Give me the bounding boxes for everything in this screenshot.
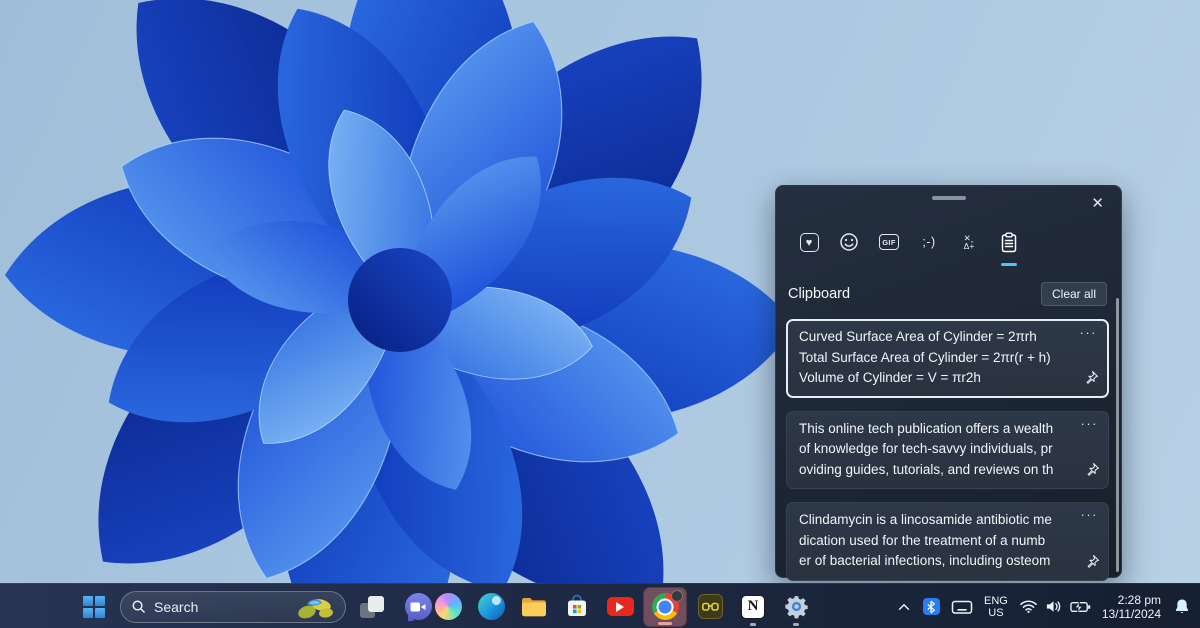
store-icon bbox=[564, 594, 590, 620]
start-button[interactable] bbox=[74, 587, 114, 627]
bluetooth-button[interactable] bbox=[921, 587, 942, 627]
pin-icon[interactable] bbox=[1085, 462, 1100, 482]
search-icon bbox=[131, 599, 146, 614]
emoji-panel-tabs: ♥ GIF ;-) ✕ˬ Δ+ bbox=[798, 230, 1020, 254]
close-icon[interactable]: ✕ bbox=[1086, 192, 1109, 214]
item-more-button[interactable]: ··· bbox=[1080, 325, 1098, 340]
clipboard-item[interactable]: Curved Surface Area of Cylinder = 2πrh T… bbox=[786, 319, 1109, 398]
clipboard-item-list: Curved Surface Area of Cylinder = 2πrh T… bbox=[786, 319, 1109, 581]
search-box[interactable] bbox=[120, 591, 346, 623]
tab-emoji[interactable] bbox=[838, 230, 860, 254]
search-input[interactable] bbox=[154, 599, 274, 615]
microsoft-store-button[interactable] bbox=[557, 587, 597, 627]
gear-icon bbox=[784, 594, 809, 619]
clipboard-header: Clipboard Clear all bbox=[788, 282, 1107, 306]
tab-symbols[interactable]: ✕ˬ Δ+ bbox=[958, 230, 980, 254]
hidden-icons-button[interactable] bbox=[894, 587, 914, 627]
clipboard-item-text: This online tech publication offers a we… bbox=[799, 419, 1064, 440]
notion-icon: N bbox=[741, 595, 765, 619]
youtube-button[interactable] bbox=[600, 587, 640, 627]
symbols-icon: ✕ˬ Δ+ bbox=[964, 234, 975, 250]
gif-icon: GIF bbox=[879, 234, 899, 250]
tab-kaomoji[interactable]: ;-) bbox=[918, 230, 940, 254]
glasses-app-icon bbox=[698, 594, 723, 619]
touch-keyboard-icon bbox=[951, 598, 973, 616]
clipboard-item-text: of knowledge for tech-savvy individuals,… bbox=[799, 439, 1064, 460]
pin-icon[interactable] bbox=[1084, 370, 1099, 390]
item-more-button[interactable]: ··· bbox=[1081, 416, 1099, 431]
windows-logo-icon bbox=[83, 596, 105, 618]
clipboard-panel: ✕ ♥ GIF ;-) ✕ˬ Δ bbox=[775, 185, 1122, 578]
clipboard-item-text: dication used for the treatment of a num… bbox=[799, 531, 1064, 552]
settings-running-indicator bbox=[793, 623, 799, 626]
edge-button[interactable] bbox=[471, 587, 511, 627]
search-highlight-image bbox=[293, 595, 337, 621]
notion-button[interactable]: N bbox=[733, 587, 773, 627]
active-tab-underline bbox=[1001, 263, 1017, 266]
clock[interactable]: 2:28 pm 13/11/2024 bbox=[1100, 587, 1163, 627]
task-view-icon bbox=[360, 596, 384, 618]
volume-icon bbox=[1045, 599, 1063, 614]
panel-drag-handle[interactable] bbox=[932, 196, 966, 200]
language-line1: ENG bbox=[984, 595, 1008, 607]
tab-clipboard[interactable] bbox=[998, 230, 1020, 254]
touch-keyboard-button[interactable] bbox=[949, 587, 975, 627]
wifi-icon bbox=[1019, 599, 1038, 614]
chevron-up-icon bbox=[896, 600, 912, 614]
clipboard-title: Clipboard bbox=[788, 286, 850, 302]
glasses-app-button[interactable] bbox=[690, 587, 730, 627]
pin-icon[interactable] bbox=[1085, 554, 1100, 574]
clipboard-item[interactable]: Clindamycin is a lincosamide antibiotic … bbox=[786, 502, 1109, 581]
language-line2: US bbox=[984, 607, 1008, 619]
clipboard-item-text: Volume of Cylinder = V = πr2h bbox=[799, 368, 1064, 389]
network-volume-battery-button[interactable] bbox=[1017, 587, 1093, 627]
notion-running-indicator bbox=[750, 623, 756, 626]
time-text: 2:28 pm bbox=[1102, 593, 1161, 607]
clipboard-item-text: er of bacterial infections, including os… bbox=[799, 551, 1064, 572]
date-text: 13/11/2024 bbox=[1102, 607, 1161, 621]
clipboard-icon bbox=[1000, 232, 1018, 253]
taskbar: N bbox=[0, 583, 1200, 628]
smiley-icon bbox=[839, 232, 859, 252]
bell-icon bbox=[1172, 597, 1192, 617]
clipboard-item-text: Total Surface Area of Cylinder = 2πr(r +… bbox=[799, 348, 1064, 369]
file-explorer-button[interactable] bbox=[514, 587, 554, 627]
language-indicator[interactable]: ENG US bbox=[982, 587, 1010, 627]
clipboard-item-text: Clindamycin is a lincosamide antibiotic … bbox=[799, 510, 1064, 531]
clipboard-item-text: oviding guides, tutorials, and reviews o… bbox=[799, 460, 1064, 481]
copilot-button[interactable] bbox=[428, 587, 468, 627]
clear-all-button[interactable]: Clear all bbox=[1041, 282, 1107, 306]
bluetooth-icon bbox=[923, 598, 940, 615]
panel-scrollbar[interactable] bbox=[1116, 298, 1119, 572]
kaomoji-icon: ;-) bbox=[922, 235, 935, 249]
task-view-button[interactable] bbox=[352, 587, 392, 627]
clipboard-item[interactable]: This online tech publication offers a we… bbox=[786, 411, 1109, 490]
folder-icon bbox=[520, 595, 548, 619]
notification-button[interactable] bbox=[1170, 587, 1194, 627]
item-more-button[interactable]: ··· bbox=[1081, 507, 1099, 522]
clipboard-item-text: Curved Surface Area of Cylinder = 2πrh bbox=[799, 327, 1064, 348]
edge-icon bbox=[478, 593, 505, 620]
tab-gif[interactable]: GIF bbox=[878, 230, 900, 254]
settings-button[interactable] bbox=[776, 587, 816, 627]
chrome-button[interactable] bbox=[643, 587, 687, 627]
desktop-screen: ✕ ♥ GIF ;-) ✕ˬ Δ bbox=[0, 0, 1200, 628]
youtube-icon bbox=[607, 597, 634, 616]
chrome-running-indicator bbox=[658, 622, 672, 625]
battery-charging-icon bbox=[1070, 600, 1091, 614]
heart-icon: ♥ bbox=[800, 233, 819, 252]
copilot-icon bbox=[435, 593, 462, 620]
tab-recently-used[interactable]: ♥ bbox=[798, 230, 820, 254]
chrome-profile-avatar bbox=[671, 590, 683, 602]
